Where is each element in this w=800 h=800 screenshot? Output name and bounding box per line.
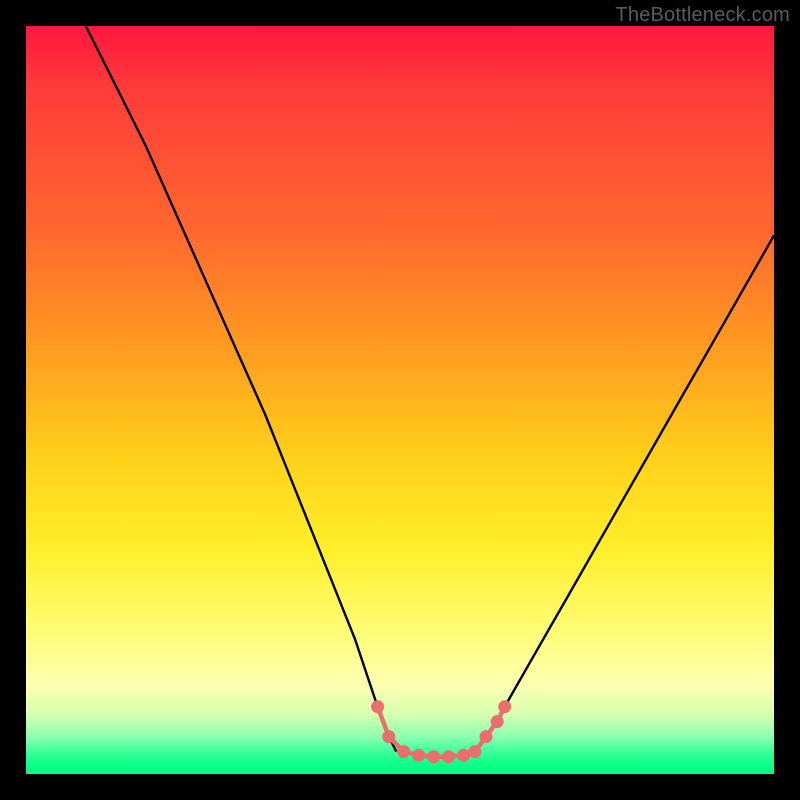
valley-marker-dot (491, 715, 504, 728)
chart-frame: TheBottleneck.com (0, 0, 800, 800)
chart-svg (26, 26, 774, 774)
valley-marker-dot (442, 750, 455, 763)
valley-marker-dot (397, 745, 410, 758)
valley-marker-dot (457, 749, 470, 762)
valley-marker-dot (468, 745, 481, 758)
valley-marker-dot (371, 700, 384, 713)
valley-marker-dot (382, 730, 395, 743)
valley-marker-dots (371, 700, 511, 763)
curve-left-arm (86, 26, 397, 752)
curve-right-arm (475, 235, 774, 751)
valley-marker-dot (412, 749, 425, 762)
curve-group (86, 26, 774, 763)
valley-marker-dot (427, 750, 440, 763)
valley-marker-dot (480, 730, 493, 743)
watermark-text: TheBottleneck.com (615, 4, 790, 27)
valley-marker-dot (498, 700, 511, 713)
plot-area (26, 26, 774, 774)
